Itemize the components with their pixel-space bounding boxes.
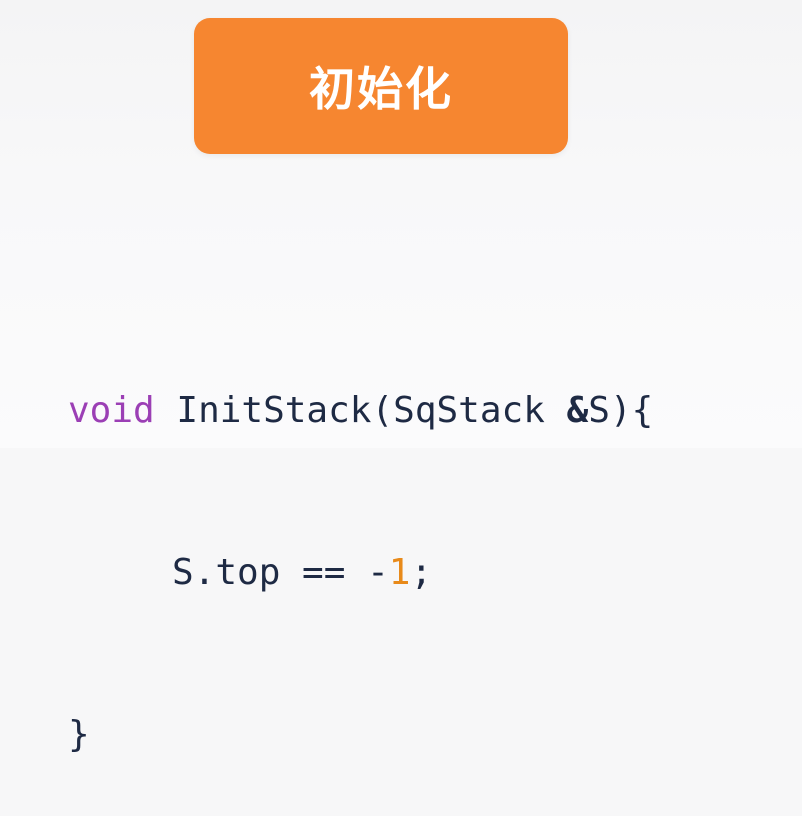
init-title-button[interactable]: 初始化: [194, 18, 568, 154]
function-name: InitStack: [176, 390, 372, 431]
code-snippet: void InitStack(SqStack &S){ S.top == -1;…: [68, 276, 788, 755]
close-paren: ): [609, 390, 632, 431]
void-keyword: void: [68, 390, 155, 431]
code-line-2: S.top == -1;: [68, 546, 788, 600]
equality-operator: ==: [280, 552, 368, 593]
code-line-1: void InitStack(SqStack &S){: [68, 384, 788, 438]
init-title-label: 初始化: [309, 62, 453, 116]
reference-ampersand: &: [566, 390, 589, 431]
open-paren: (: [371, 390, 394, 431]
code-line-3: }: [68, 708, 788, 762]
param-name: S: [588, 390, 610, 431]
stack-top-member: S.top: [172, 552, 281, 593]
semicolon: ;: [410, 552, 433, 593]
close-brace: }: [68, 714, 90, 755]
open-brace: {: [631, 390, 654, 431]
number-literal: 1: [388, 552, 411, 593]
param-type: SqStack: [393, 390, 545, 431]
minus-sign: -: [367, 552, 389, 593]
